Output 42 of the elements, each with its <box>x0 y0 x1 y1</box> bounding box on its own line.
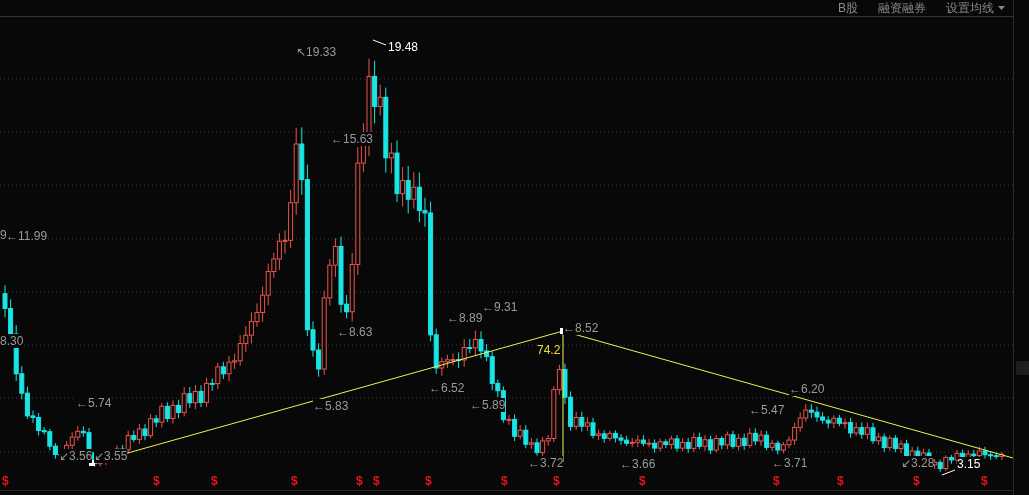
price-label: ←8.63 <box>337 325 373 339</box>
price-label: 3.15 <box>957 457 981 471</box>
signal-marker: $ <box>913 474 920 488</box>
price-label: ←6.52 <box>429 381 465 395</box>
price-label: 8.30 <box>0 334 24 348</box>
toolbar-tab[interactable]: 融资融券 <box>878 1 926 15</box>
price-label: ←5.74 <box>76 396 112 410</box>
price-label: 19.48 <box>388 40 419 54</box>
price-label: 9 <box>0 228 7 242</box>
signal-marker: $ <box>425 474 432 488</box>
price-label: ←3.66 <box>620 457 656 471</box>
price-label: ←8.89 <box>447 311 483 325</box>
signal-marker: $ <box>2 474 9 488</box>
price-label: ←15.63 <box>331 132 374 146</box>
signal-marker: $ <box>356 474 363 488</box>
price-label: ←5.47 <box>749 403 785 417</box>
signal-marker: $ <box>837 474 844 488</box>
signal-marker: $ <box>773 474 780 488</box>
price-label: 74.2 <box>537 343 561 357</box>
signal-marker: $ <box>211 474 218 488</box>
signal-marker: $ <box>373 474 380 488</box>
signal-marker: $ <box>501 474 508 488</box>
signal-marker: $ <box>553 474 560 488</box>
price-label: ↖19.33 <box>296 45 337 59</box>
signal-marker: $ <box>639 474 646 488</box>
toolbar-tab[interactable]: 设置均线 <box>946 1 1005 15</box>
price-label: ↙3.56 <box>59 449 93 463</box>
signal-marker: $ <box>981 474 988 488</box>
signal-marker: $ <box>153 474 160 488</box>
price-label: ←9.31 <box>482 300 518 314</box>
price-label: ←3.72 <box>528 456 564 470</box>
price-label: ↙3.55 <box>94 449 128 463</box>
price-label: ←8.52 <box>563 321 599 335</box>
price-label: ↙3.28 <box>901 456 935 470</box>
price-label: ←11.99 <box>6 229 48 243</box>
toolbar-tab[interactable]: B股 <box>838 1 858 15</box>
price-label: ←6.20 <box>789 382 825 396</box>
price-label: ←3.71 <box>772 456 808 470</box>
price-label: ←5.83 <box>313 399 349 413</box>
signal-marker: $ <box>291 474 298 488</box>
price-label: ←5.89 <box>470 398 506 412</box>
caret-icon <box>998 6 1005 10</box>
